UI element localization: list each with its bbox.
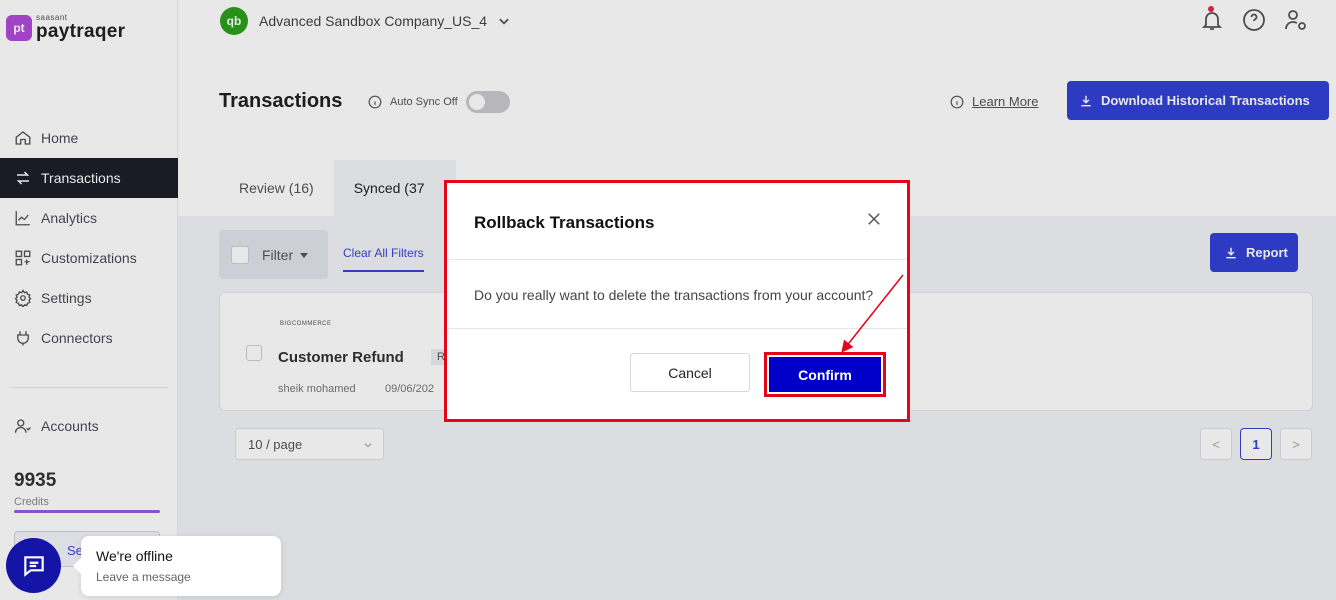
chat-icon <box>23 555 44 577</box>
confirm-button[interactable]: Confirm <box>769 357 881 392</box>
close-icon[interactable] <box>865 210 883 228</box>
confirm-highlight: Confirm <box>764 352 886 397</box>
cancel-button[interactable]: Cancel <box>630 353 750 392</box>
chat-subtitle: Leave a message <box>96 570 191 584</box>
chat-title: We're offline <box>96 548 173 564</box>
modal-title: Rollback Transactions <box>474 213 655 232</box>
modal-message: Do you really want to delete the transac… <box>474 287 874 303</box>
modal-divider <box>447 259 907 260</box>
rollback-modal: Rollback Transactions Do you really want… <box>444 180 910 422</box>
modal-divider <box>447 328 907 329</box>
chat-popup[interactable]: We're offline Leave a message <box>73 536 281 596</box>
chat-button[interactable] <box>6 538 61 593</box>
